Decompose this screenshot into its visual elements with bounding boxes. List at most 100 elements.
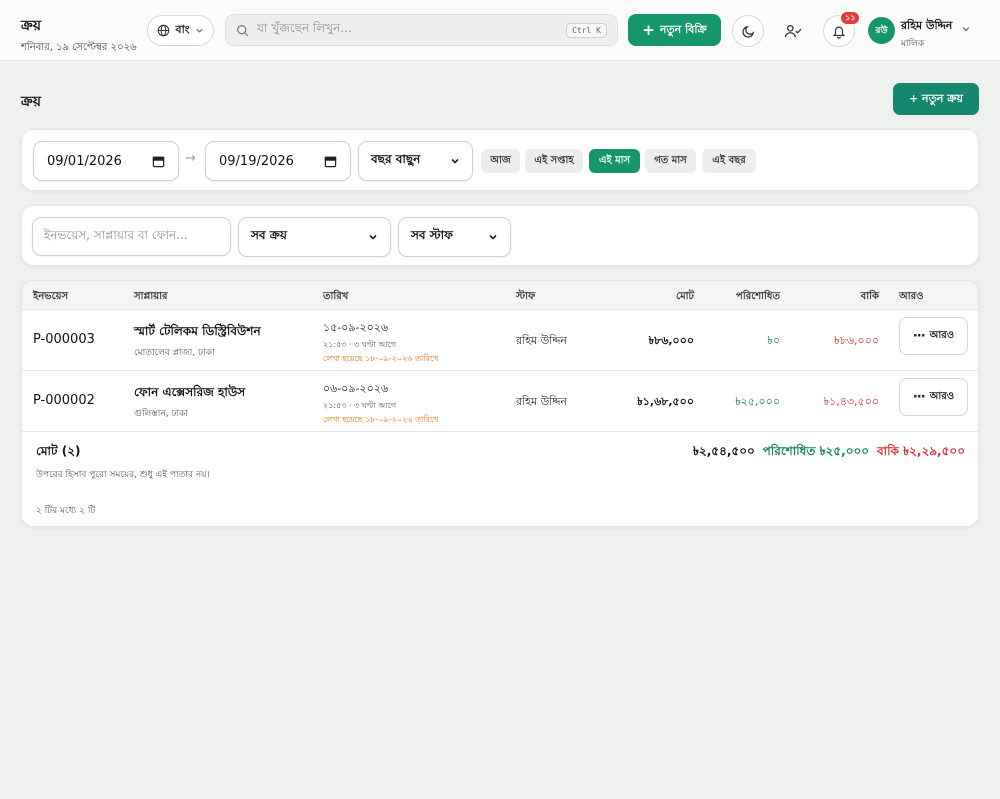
new-sale-label: নতুন বিক্রি [659, 22, 707, 36]
row-more-button[interactable]: ··· আরও [899, 317, 968, 355]
quick-range-this-year[interactable]: এই বছর [702, 149, 756, 173]
quick-range-today[interactable]: আজ [481, 149, 520, 173]
table-row[interactable]: P-000002 ফোন এক্সেসরিজ হাউস গুলিস্তান, ঢ… [22, 371, 978, 432]
column-header-more: আরও [899, 291, 924, 302]
globe-icon [158, 24, 170, 37]
staff-select-value: সব স্টাফ [411, 228, 453, 242]
user-menu-chevron-down-icon[interactable] [961, 24, 971, 34]
header-title-block: ক্রয় শনিবার, ১৯ সেপ্টেম্বর ২০২৬ [21, 14, 137, 57]
header-date: শনিবার, ১৯ সেপ্টেম্বর ২০২৬ [21, 42, 137, 53]
row-supplier-name[interactable]: ফোন এক্সেসরিজ হাউস [134, 384, 245, 404]
column-header-staff[interactable]: স্টাফ [516, 289, 535, 306]
top-bar: ক্রয় শনিবার, ১৯ সেপ্টেম্বর ২০২৬ বাং যা … [0, 0, 1000, 61]
user-switch-button[interactable] [777, 15, 809, 47]
row-due: ৳১,৪৩,৫০০ [823, 395, 879, 408]
language-label: বাং [175, 23, 190, 36]
more-dots-icon: ··· [912, 389, 926, 405]
row-supplier: ফোন এক্সেসরিজ হাউস গুলিস্তান, ঢাকা [134, 384, 245, 421]
quick-range-this-month[interactable]: এই মাস [589, 149, 640, 173]
global-search-input[interactable]: যা খুঁজছেন লিখুন... Ctrl K [225, 14, 618, 46]
moon-icon [741, 25, 754, 38]
row-supplier-name[interactable]: স্মার্ট টেলিকম ডিস্ট্রিবিউশন [134, 323, 261, 343]
chevron-down-icon [195, 28, 203, 33]
row-date: ০৬-০৯-২০২৬ ২১:৫৩ · ৩ ঘণ্টা আগে লেখা হয়ে… [323, 380, 438, 427]
row-date-note: লেখা হয়েছে ১৮-০৯-২০২৬ তারিখে [323, 415, 439, 424]
row-due: ৳৮৬,০০০ [834, 334, 879, 347]
row-date-relative: ২১:৫৩ · ৩ ঘণ্টা আগে [323, 340, 397, 349]
purchase-type-value: সব ক্রয় [251, 228, 287, 242]
avatar[interactable]: রউ [868, 17, 895, 44]
row-more-button[interactable]: ··· আরও [899, 378, 968, 416]
column-header-due[interactable]: বাকি [802, 289, 879, 306]
date-to-input[interactable]: 09/19/2026 [205, 141, 351, 181]
user-name: রহিম উদ্দিন [901, 19, 953, 32]
summary-paid: পরিশোধিত ৳২৫,০০০ [762, 444, 870, 458]
calendar-icon [152, 156, 165, 167]
table-header: ইনভয়েস সাপ্লায়ার তারিখ স্টাফ মোট পরিশো… [22, 281, 978, 310]
page-title: ক্রয় [21, 94, 41, 110]
date-to-value: 09/19/2026 [219, 153, 294, 169]
row-more-label: আরও [929, 390, 955, 402]
search-icon [237, 24, 249, 36]
row-invoice[interactable]: P-000003 [33, 332, 95, 347]
chevron-down-icon [369, 234, 377, 240]
theme-toggle-button[interactable] [732, 15, 764, 47]
summary-total: ৳২,৫৪,৫০০ [692, 444, 755, 458]
plus-icon: + [642, 20, 655, 39]
row-date-value: ০৬-০৯-২০২৬ [323, 382, 389, 395]
bell-icon [832, 26, 846, 39]
row-date-value: ১৫-০৯-২০২৬ [323, 321, 389, 334]
notification-count-badge: ১১ [839, 10, 862, 26]
quick-range-last-month[interactable]: গত মাস [645, 149, 696, 173]
purchase-table-card: ইনভয়েস সাপ্লায়ার তারিখ স্টাফ মোট পরিশো… [21, 280, 979, 527]
purchase-search-placeholder: ইনভয়েস, সাপ্লায়ার বা ফোন... [44, 227, 188, 242]
row-total: ৳১,৬৮,৫০০ [637, 395, 694, 408]
table-row[interactable]: P-000003 স্মার্ট টেলিকম ডিস্ট্রিবিউশন মো… [22, 310, 978, 371]
row-total: ৳৮৬,০০০ [648, 334, 694, 347]
user-check-icon [784, 24, 802, 38]
row-invoice[interactable]: P-000002 [33, 393, 95, 408]
column-header-date[interactable]: তারিখ [323, 289, 348, 306]
user-menu[interactable]: রহিম উদ্দিন মালিক [901, 17, 952, 51]
row-date-relative: ২১:৫৩ · ৩ ঘণ্টা আগে [323, 401, 397, 410]
more-dots-icon: ··· [912, 328, 926, 344]
purchase-search-input[interactable]: ইনভয়েস, সাপ্লায়ার বা ফোন... [32, 217, 231, 256]
user-role: মালিক [901, 39, 925, 49]
staff-select[interactable]: সব স্টাফ [398, 217, 511, 257]
summary-note: উপরের হিসাব পুরো সময়ের, শুধু এই পাতার ন… [36, 470, 210, 480]
date-range-arrow: → [185, 151, 196, 166]
date-filter-card: 09/01/2026 → 09/19/2026 বছর বাছুন আজ এই … [21, 129, 979, 191]
row-date-note: লেখা হয়েছে ১৮-০৯-২০২৬ তারিখে [323, 354, 439, 363]
summary-due: বাকি ৳২,২৯,৫০০ [876, 444, 965, 458]
year-select[interactable]: বছর বাছুন [358, 141, 473, 181]
row-staff: রহিম উদ্দিন [516, 395, 568, 408]
row-paid: ৳২৫,০০০ [735, 395, 780, 408]
year-select-value: বছর বাছুন [371, 152, 421, 166]
chevron-down-icon [489, 234, 497, 240]
row-more-label: আরও [929, 329, 955, 341]
column-header-invoice[interactable]: ইনভয়েস [33, 289, 68, 306]
column-header-total[interactable]: মোট [622, 289, 694, 306]
search-filter-card: ইনভয়েস, সাপ্লায়ার বা ফোন... সব ক্রয় স… [21, 205, 979, 266]
summary-totals: ৳২,৫৪,৫০০ পরিশোধিত ৳২৫,০০০ বাকি ৳২,২৯,৫০… [22, 443, 965, 463]
chevron-down-icon [451, 158, 459, 164]
row-staff: রহিম উদ্দিন [516, 334, 568, 347]
row-supplier: স্মার্ট টেলিকম ডিস্ট্রিবিউশন মোতালেব প্ল… [134, 323, 261, 360]
new-sale-button[interactable]: + নতুন বিক্রি [628, 14, 721, 46]
global-search-placeholder: যা খুঁজছেন লিখুন... [257, 21, 352, 35]
new-purchase-button[interactable]: + নতুন ক্রয় [893, 83, 979, 115]
row-supplier-address: মোতালেব প্লাজা, ঢাকা [134, 348, 215, 358]
date-from-value: 09/01/2026 [47, 153, 122, 169]
quick-range-this-week[interactable]: এই সপ্তাহ [525, 149, 583, 173]
header-title: ক্রয় [21, 18, 41, 34]
calendar-icon [324, 156, 337, 167]
row-paid: ৳০ [767, 334, 780, 347]
row-date: ১৫-০৯-২০২৬ ২১:৫৩ · ৩ ঘণ্টা আগে লেখা হয়ে… [323, 319, 438, 366]
row-supplier-address: গুলিস্তান, ঢাকা [134, 409, 189, 419]
date-from-input[interactable]: 09/01/2026 [33, 141, 179, 181]
language-button[interactable]: বাং [147, 15, 214, 46]
search-shortcut-hint: Ctrl K [566, 22, 607, 38]
column-header-paid[interactable]: পরিশোধিত [702, 289, 780, 306]
purchase-type-select[interactable]: সব ক্রয় [238, 217, 391, 257]
column-header-supplier[interactable]: সাপ্লায়ার [134, 289, 168, 306]
